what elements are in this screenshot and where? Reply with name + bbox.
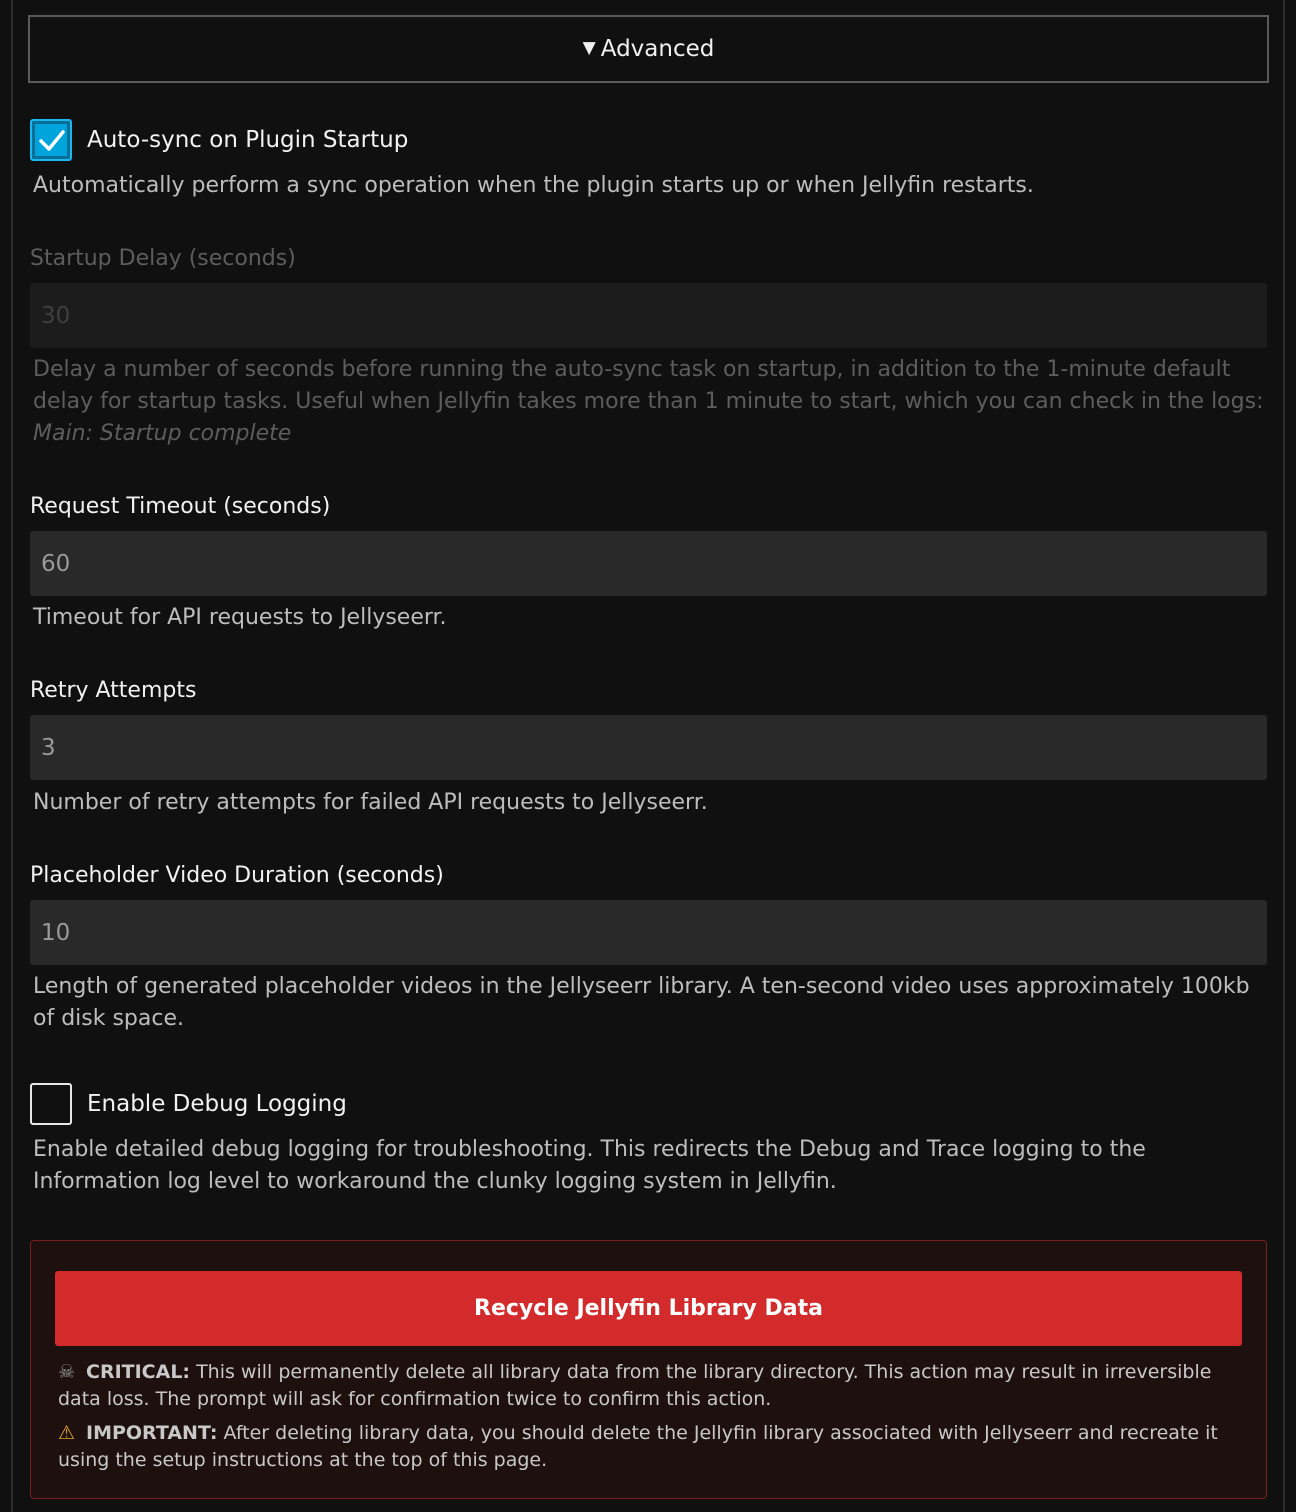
startup-log-message: Main: Startup complete <box>33 421 292 446</box>
danger-zone: Recycle Jellyfin Library Data ☠ CRITICAL:… <box>30 1240 1267 1499</box>
placeholder-duration-label: Placeholder Video Duration (seconds) <box>30 863 444 888</box>
placeholder-duration-input[interactable]: 10 <box>30 900 1267 965</box>
request-timeout-input[interactable]: 60 <box>30 531 1267 596</box>
important-warning: ⚠ IMPORTANT: After deleting library data,… <box>58 1420 1218 1474</box>
placeholder-duration-value: 10 <box>41 919 71 946</box>
critical-title: CRITICAL: <box>86 1361 191 1383</box>
request-timeout-value: 60 <box>41 550 71 577</box>
retry-attempts-input[interactable]: 3 <box>30 715 1267 780</box>
recycle-library-button[interactable]: Recycle Jellyfin Library Data <box>55 1271 1242 1346</box>
startup-delay-label: Startup Delay (seconds) <box>30 246 296 271</box>
auto-sync-description: Automatically perform a sync operation w… <box>33 173 1034 198</box>
auto-sync-label[interactable]: Auto-sync on Plugin Startup <box>87 127 408 153</box>
important-title: IMPORTANT: <box>86 1422 218 1444</box>
important-text: After deleting library data, you should … <box>58 1422 1218 1471</box>
startup-delay-description: Delay a number of seconds before running… <box>33 354 1269 450</box>
startup-delay-input: 30 <box>30 283 1267 348</box>
critical-text: This will permanently delete all library… <box>58 1361 1212 1410</box>
advanced-section-label: Advanced <box>600 36 715 62</box>
debug-logging-checkbox[interactable] <box>30 1083 72 1125</box>
retry-attempts-value: 3 <box>41 734 56 761</box>
retry-attempts-label: Retry Attempts <box>30 678 197 703</box>
startup-delay-value: 30 <box>41 302 71 329</box>
critical-warning: ☠ CRITICAL: This will permanently delete … <box>58 1359 1218 1413</box>
checkmark-icon <box>39 130 65 151</box>
warning-icon: ⚠ <box>58 1422 76 1444</box>
expand-triangle-icon: ▼ <box>582 38 596 58</box>
request-timeout-label: Request Timeout (seconds) <box>30 494 331 519</box>
placeholder-duration-description: Length of generated placeholder videos i… <box>33 974 1250 1031</box>
retry-attempts-description: Number of retry attempts for failed API … <box>33 790 708 815</box>
skull-icon: ☠ <box>58 1361 76 1383</box>
debug-logging-description: Enable detailed debug logging for troubl… <box>33 1137 1146 1194</box>
debug-logging-label[interactable]: Enable Debug Logging <box>87 1091 347 1117</box>
auto-sync-checkbox[interactable] <box>30 119 72 161</box>
request-timeout-description: Timeout for API requests to Jellyseerr. <box>33 605 447 630</box>
advanced-section-toggle[interactable]: ▼ Advanced <box>28 15 1269 83</box>
startup-delay-description-text: Delay a number of seconds before running… <box>33 357 1264 414</box>
